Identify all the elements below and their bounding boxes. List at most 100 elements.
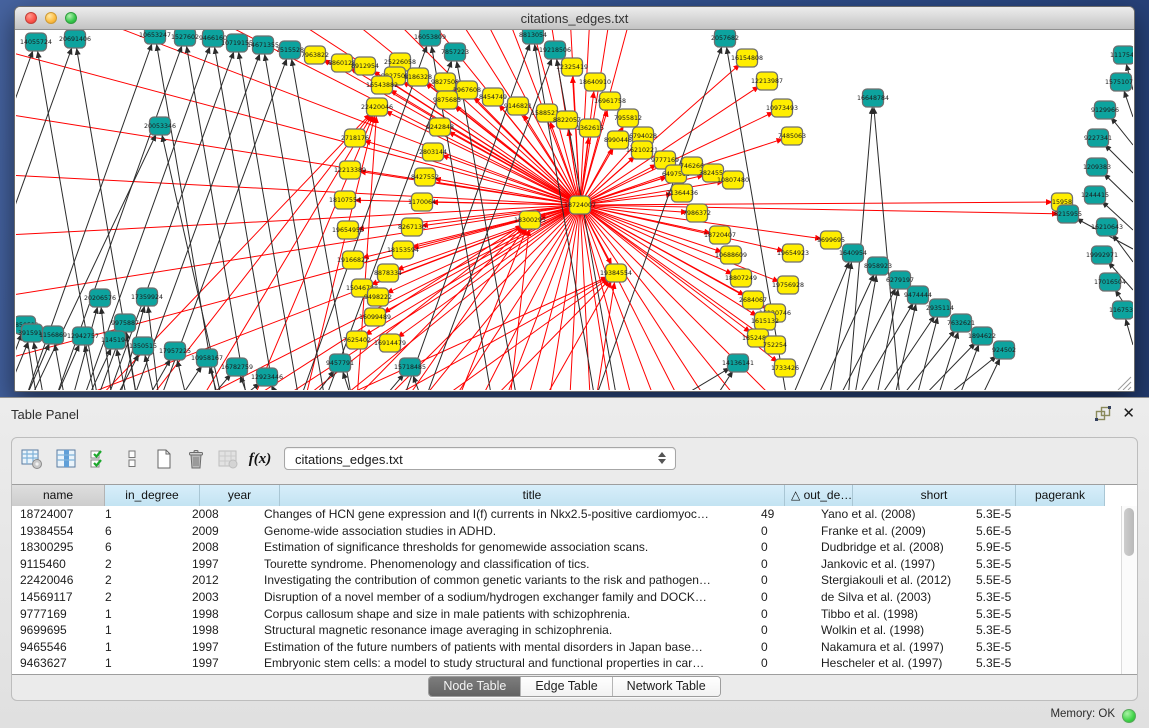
table-cell[interactable]: 5.3E-5 [968,622,1049,639]
table-cell[interactable]: Tibbo et al. (1998) [813,606,968,623]
table-cell[interactable]: 6 [97,523,184,540]
table-cell[interactable]: 14569117 [12,589,97,606]
table-vertical-scrollbar[interactable] [1121,506,1137,674]
table-cell[interactable]: 1 [97,506,184,523]
table-cell[interactable]: Disruption of a novel member of a sodium… [256,589,753,606]
delete-column-icon[interactable] [184,447,208,471]
graph-node-7955812[interactable]: 7955812 [614,109,642,127]
graph-node-1167533[interactable]: 1167533 [1109,301,1133,319]
table-cell[interactable]: 0 [753,523,813,540]
graph-node-14671355[interactable]: 14671355 [247,36,279,54]
graph-node-7485063[interactable]: 7485063 [778,127,806,145]
graph-node-2935114[interactable]: 2935114 [926,299,954,317]
table-cell[interactable]: 5.9E-5 [968,539,1049,556]
table-cell[interactable]: 2 [97,572,184,589]
graph-node-10688609[interactable]: 10688609 [715,246,747,264]
table-cell[interactable]: 5.3E-5 [968,556,1049,573]
table-row[interactable]: 969969511998Structural magnetic resonanc… [12,622,1137,639]
graph-node-7963822[interactable]: 7963822 [301,46,329,64]
table-cell[interactable]: 2003 [184,589,256,606]
table-cell[interactable]: Estimation of significance thresholds fo… [256,539,753,556]
table-cell[interactable]: Wolkin et al. (1998) [813,622,968,639]
citation-graph[interactable]: 1872400779638228860128891295425226058982… [16,30,1133,390]
table-cell[interactable]: Investigating the contribution of common… [256,572,753,589]
graph-node-8813054[interactable]: 8813054 [519,30,547,44]
graph-node-9457791[interactable]: 9457791 [326,354,354,372]
table-cell[interactable]: 1 [97,655,184,672]
table-row[interactable]: 946554611997Estimation of the future num… [12,639,1137,656]
network-window-titlebar[interactable]: citations_edges.txt [15,7,1134,30]
graph-node-20691406[interactable]: 20691406 [59,30,91,48]
table-row[interactable]: 2242004622012Investigating the contribut… [12,572,1137,589]
graph-node-16961758[interactable]: 16961758 [594,92,626,110]
graph-node-9227341[interactable]: 9227341 [1084,129,1112,147]
graph-node-10958167[interactable]: 10958167 [191,349,223,367]
graph-node-9129966[interactable]: 9129966 [1091,101,1119,119]
graph-node-1209383[interactable]: 1209383 [1083,158,1111,176]
table-cell[interactable]: Embryonic stem cells: a model to study s… [256,655,753,672]
table-cell[interactable]: 5.5E-5 [968,572,1049,589]
graph-node-16154808[interactable]: 16154808 [731,49,763,67]
tab-edge-table[interactable]: Edge Table [521,677,612,696]
graph-node-1350515[interactable]: 1350515 [129,337,157,355]
create-column-icon[interactable] [152,447,176,471]
table-cell[interactable]: Corpus callosum shape and size in male p… [256,606,753,623]
graph-node-16648784[interactable]: 16648784 [857,89,889,107]
table-cell[interactable]: 1998 [184,622,256,639]
graph-node-1362615[interactable]: 1362615 [576,119,604,137]
table-cell[interactable]: 1 [97,639,184,656]
graph-node-2684067[interactable]: 2684067 [739,291,767,309]
graph-node-12213987[interactable]: 12213987 [751,72,783,90]
table-row[interactable]: 1938455462009Genome-wide association stu… [12,523,1137,540]
tab-node-table[interactable]: Node Table [429,677,521,696]
table-cell[interactable]: 5.3E-5 [968,655,1049,672]
table-cell[interactable]: Dudbridge et al. (2008) [813,539,968,556]
table-cell[interactable]: 0 [753,539,813,556]
table-cell[interactable]: Franke et al. (2009) [813,523,968,540]
graph-node-9474444[interactable]: 9474444 [904,286,932,304]
graph-node-8427552[interactable]: 8427552 [411,168,439,186]
table-selector-dropdown[interactable]: citations_edges.txt [284,447,676,470]
table-row[interactable]: 977716911998Corpus callosum shape and si… [12,606,1137,623]
table-cell[interactable]: 0 [753,572,813,589]
table-cell[interactable]: 1997 [184,655,256,672]
graph-node-9146821[interactable]: 9146821 [504,97,532,115]
table-cell[interactable]: 1998 [184,606,256,623]
graph-node-1145194[interactable]: 1145194 [101,331,129,349]
graph-node-1244415[interactable]: 1244415 [1081,186,1109,204]
graph-node-1117543[interactable]: 1117543 [1110,46,1133,64]
graph-node-12325419[interactable]: 12325419 [556,58,588,76]
table-cell[interactable]: 0 [753,622,813,639]
table-cell[interactable]: 0 [753,639,813,656]
column-header-pagerank[interactable]: pagerank [1016,485,1105,506]
graph-node-8912954[interactable]: 8912954 [351,57,379,75]
graph-node-8267130[interactable]: 8267130 [398,218,426,236]
table-cell[interactable]: 18724007 [12,506,97,523]
table-cell[interactable]: 18300295 [12,539,97,556]
graph-node-17016504[interactable]: 17016504 [1094,273,1126,291]
graph-node-14055724[interactable]: 14055724 [20,33,52,51]
table-cell[interactable]: Hescheler et al. (1997) [813,655,968,672]
graph-node-17359924[interactable]: 17359924 [131,288,163,306]
graph-node-8215955[interactable]: 8215955 [1054,205,1082,223]
table-row[interactable]: 1872400712008Changes of HCN gene express… [12,506,1137,523]
memory-ok-led[interactable] [1122,709,1136,723]
delete-table-icon[interactable] [216,447,240,471]
graph-node-1615132[interactable]: 1615132 [751,312,779,330]
table-cell[interactable]: 19384554 [12,523,97,540]
row-height-icon[interactable] [120,447,144,471]
graph-node-19218506[interactable]: 19218506 [539,41,571,59]
graph-node-2803144[interactable]: 2803144 [419,143,447,161]
graph-node-10653247[interactable]: 10653247 [139,30,171,44]
graph-node-8186328[interactable]: 8186328 [404,68,432,86]
table-cell[interactable]: Yano et al. (2008) [813,506,968,523]
table-cell[interactable]: 2 [97,556,184,573]
graph-node-7986372[interactable]: 7986372 [683,204,711,222]
table-cell[interactable]: 6 [97,539,184,556]
scrollbar-thumb[interactable] [1124,508,1134,556]
show-columns-icon[interactable] [54,447,78,471]
column-header-in_degree[interactable]: in_degree [105,485,200,506]
graph-node-12213389[interactable]: 12213389 [334,161,366,179]
table-cell[interactable]: 9463627 [12,655,97,672]
graph-node-8958923[interactable]: 8958923 [864,257,892,275]
